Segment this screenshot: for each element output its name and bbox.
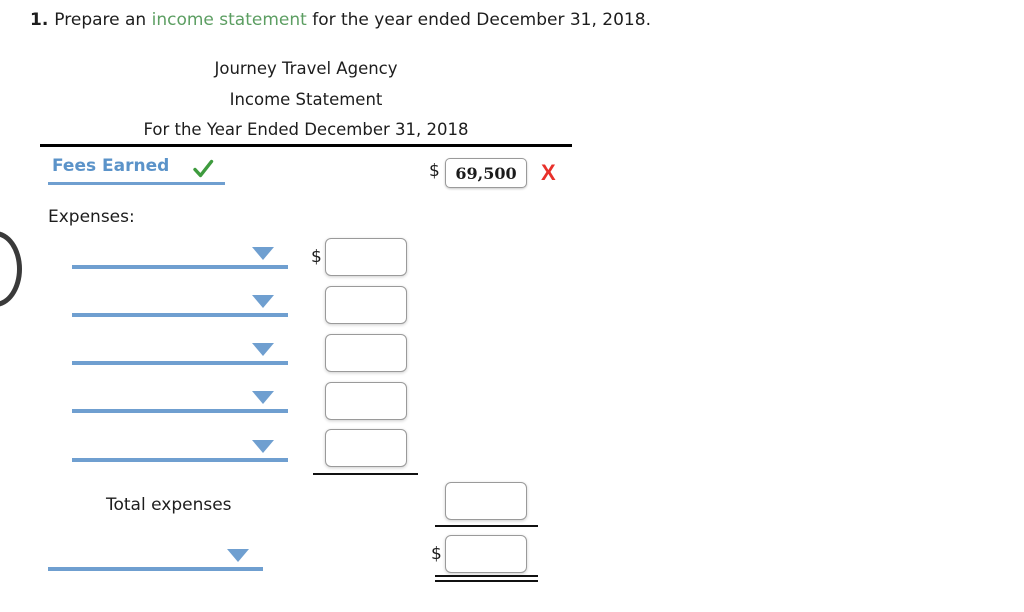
expense-amount-input-2[interactable]	[325, 286, 407, 324]
net-income-input[interactable]	[445, 535, 527, 573]
question-text-before: Prepare an	[54, 10, 152, 30]
expense-amount-input-5[interactable]	[325, 429, 407, 467]
question-number: 1.	[30, 10, 49, 30]
fees-earned-label[interactable]: Fees Earned	[52, 156, 169, 176]
select-underline	[72, 313, 288, 317]
revenue-dollar-sign: $	[429, 161, 440, 181]
expense-account-select-4[interactable]	[72, 373, 288, 413]
net-income-rule-bottom	[435, 580, 538, 582]
net-income-dollar-sign: $	[431, 544, 442, 564]
net-income-account-select[interactable]	[48, 531, 263, 571]
circle-artifact	[0, 231, 22, 307]
heading-rule	[40, 144, 572, 147]
select-underline	[72, 458, 288, 462]
select-underline	[48, 567, 263, 571]
select-underline	[72, 409, 288, 413]
expense-account-select-3[interactable]	[72, 325, 288, 365]
select-underline	[72, 265, 288, 269]
cross-icon: X	[541, 160, 556, 185]
chevron-down-icon	[252, 343, 274, 356]
expenses-dollar-sign: $	[311, 247, 322, 267]
chevron-down-icon	[227, 549, 249, 562]
select-underline	[72, 361, 288, 365]
expense-subtotal-rule	[313, 473, 418, 475]
fees-earned-value-wrapper	[445, 158, 527, 188]
expense-amount-input-4[interactable]	[325, 382, 407, 420]
expense-account-select-1[interactable]	[72, 229, 288, 269]
question-prompt: 1. Prepare an income statement for the ye…	[30, 8, 651, 32]
total-expenses-input[interactable]	[445, 482, 527, 520]
total-expenses-rule	[435, 525, 538, 527]
check-icon	[193, 159, 214, 178]
company-name: Journey Travel Agency	[214, 59, 398, 78]
expense-amount-input-1[interactable]	[325, 238, 407, 276]
income-statement-link[interactable]: income statement	[152, 10, 307, 30]
total-expenses-label: Total expenses	[106, 495, 232, 515]
statement-period: For the Year Ended December 31, 2018	[143, 120, 469, 139]
chevron-down-icon	[252, 391, 274, 404]
chevron-down-icon	[252, 295, 274, 308]
question-text-after: for the year ended December 31, 2018.	[306, 10, 651, 30]
fees-earned-input[interactable]	[445, 158, 527, 188]
statement-title: Income Statement	[229, 90, 383, 109]
expense-account-select-5[interactable]	[72, 422, 288, 462]
chevron-down-icon	[252, 440, 274, 453]
chevron-down-icon	[252, 247, 274, 260]
expense-account-select-2[interactable]	[72, 277, 288, 317]
expense-amount-input-3[interactable]	[325, 334, 407, 372]
fees-earned-underline	[48, 182, 225, 185]
expenses-section-label: Expenses:	[48, 207, 135, 227]
net-income-rule-top	[435, 575, 538, 577]
